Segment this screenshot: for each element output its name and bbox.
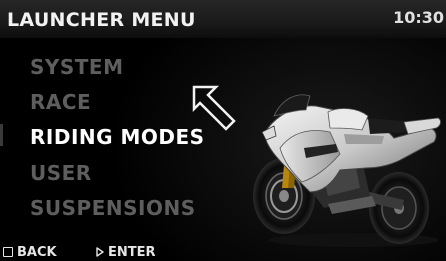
triangle-right-icon	[96, 247, 104, 257]
clock: 10:30	[393, 8, 444, 27]
launcher-menu: SYSTEM RACE RIDING MODES USER SUSPENSION…	[0, 0, 220, 240]
menu-item-riding-modes[interactable]: RIDING MODES	[30, 125, 205, 149]
back-button[interactable]: BACK	[3, 243, 57, 261]
menu-item-suspensions[interactable]: SUSPENSIONS	[30, 196, 196, 220]
launcher-screen: LAUNCHER MENU 10:30 SYSTEM RACE RIDING M…	[0, 0, 446, 261]
selection-marker	[0, 124, 3, 146]
menu-item-system[interactable]: SYSTEM	[30, 55, 124, 79]
menu-item-user[interactable]: USER	[30, 161, 92, 185]
square-icon	[3, 247, 13, 257]
motorcycle-image	[253, 94, 441, 247]
pointer-arrow-icon	[192, 85, 236, 131]
footer-bar: BACK ENTER	[0, 243, 446, 261]
enter-label: ENTER	[108, 244, 156, 260]
enter-button[interactable]: ENTER	[95, 243, 156, 261]
back-label: BACK	[17, 244, 57, 260]
menu-item-race[interactable]: RACE	[30, 90, 91, 114]
